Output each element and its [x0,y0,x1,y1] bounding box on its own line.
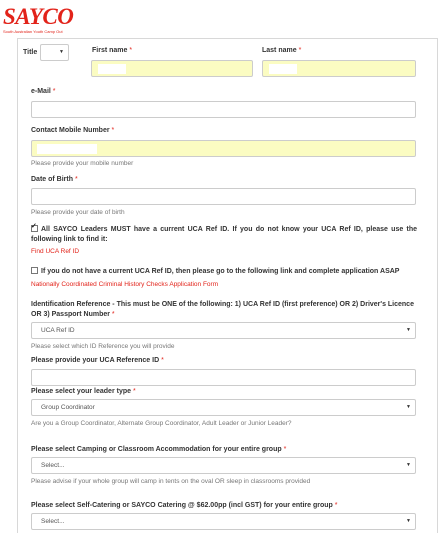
title-label: Title [23,49,38,56]
no-uca-checkbox[interactable] [31,266,38,274]
chevron-down-icon: ▼ [406,518,411,524]
uca-ref-label: Please provide your UCA Reference ID * [31,357,164,364]
logo-text: SAYCO [3,4,74,29]
last-name-label: Last name * [262,47,302,54]
first-name-label: First name * [92,47,133,54]
dob-label: Date of Birth * [31,176,78,183]
leader-type-label: Please select your leader type * [31,388,136,395]
chevron-down-icon: ▼ [406,327,411,333]
accommodation-select[interactable]: Select... ▼ [31,457,416,474]
mobile-help: Please provide your mobile number [31,160,134,167]
uca-checkbox-row[interactable]: All SAYCO Leaders MUST have a current UC… [31,222,417,245]
email-input[interactable] [31,101,416,118]
dob-input[interactable] [31,188,416,205]
leader-type-help: Are you a Group Coordinator, Alternate G… [31,420,292,427]
sayco-logo: SAYCO South Australian Youth Camp Out [3,4,93,38]
dob-help: Please provide your date of birth [31,209,125,216]
chevron-down-icon: ▼ [406,404,411,410]
mobile-label: Contact Mobile Number * [31,127,115,134]
id-ref-label: Identification Reference - This must be … [31,301,414,318]
chevron-down-icon: ▼ [406,462,411,468]
accommodation-help: Please advise if your whole group will c… [31,478,311,485]
id-ref-help: Please select which ID Reference you wil… [31,343,175,350]
logo-subtitle: South Australian Youth Camp Out [3,29,63,34]
leader-type-select[interactable]: Group Coordinator ▼ [31,399,416,416]
first-name-input[interactable] [91,60,253,77]
mobile-input[interactable] [31,140,416,157]
no-uca-checkbox-row[interactable]: If you do not have a current UCA Ref ID,… [31,266,421,277]
catering-select[interactable]: Select... ▼ [31,513,416,530]
chevron-down-icon: ▼ [59,49,64,55]
uca-checkbox[interactable] [31,222,38,232]
last-name-input[interactable] [262,60,416,77]
criminal-check-link[interactable]: Nationally Coordinated Criminal History … [31,281,218,288]
find-uca-link[interactable]: Find UCA Ref ID [31,248,79,255]
catering-label: Please select Self-Catering or SAYCO Cat… [31,502,338,509]
uca-ref-input[interactable] [31,369,416,386]
title-select[interactable]: ▼ [40,44,69,61]
accommodation-label: Please select Camping or Classroom Accom… [31,446,287,453]
email-label: e-Mail * [31,88,56,95]
id-ref-select[interactable]: UCA Ref ID ▼ [31,322,416,339]
